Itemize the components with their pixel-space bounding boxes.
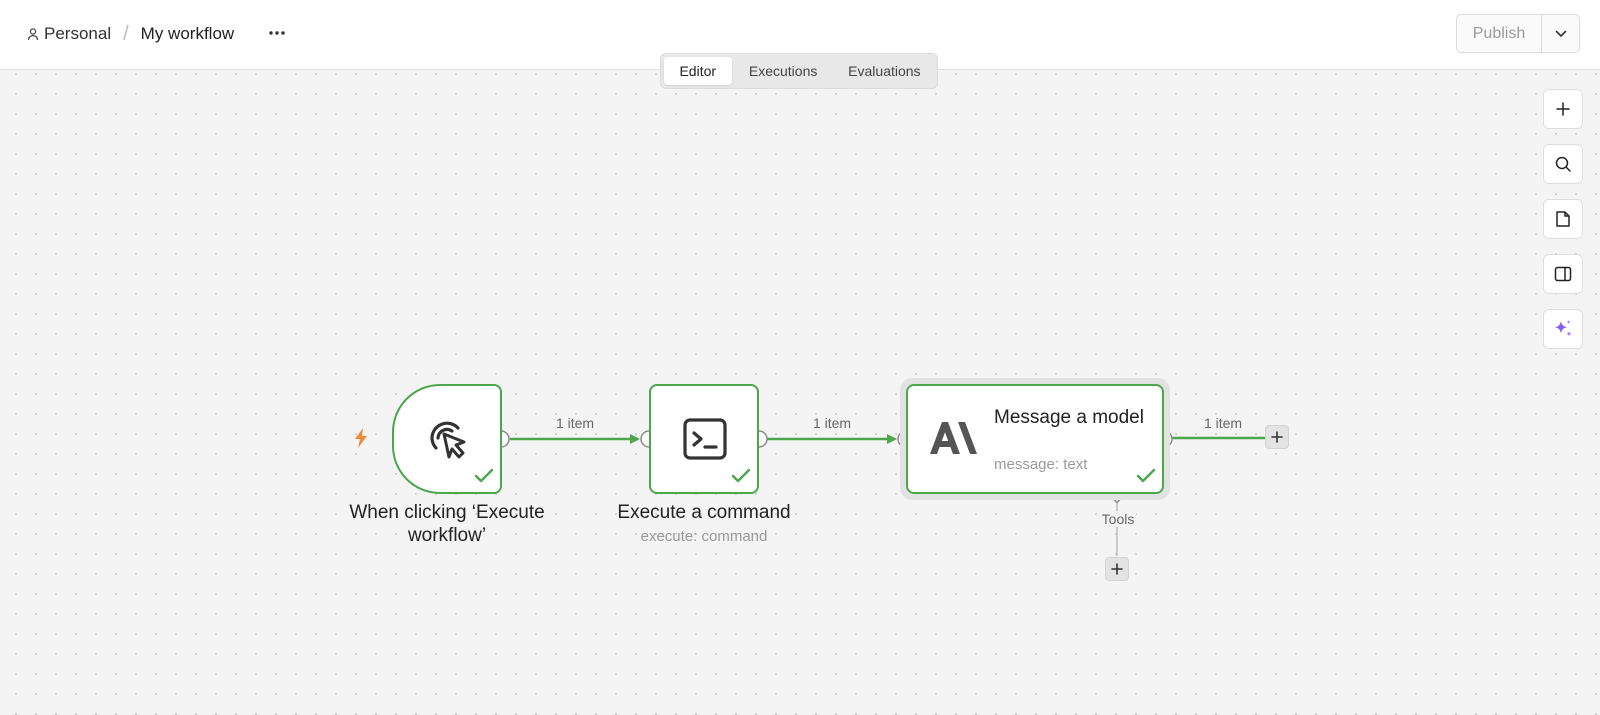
tools-connector-label: Tools [1100, 511, 1136, 527]
edge-label-model-output: 1 item [1203, 415, 1243, 431]
edge-label-command-model: 1 item [812, 415, 852, 431]
success-check-icon [731, 468, 751, 483]
plus-icon [1111, 563, 1123, 575]
node-model-label: Message a model [994, 407, 1144, 428]
plus-icon [1271, 431, 1283, 443]
success-check-icon [474, 468, 494, 483]
node-message-model[interactable]: Message a model message: text [906, 384, 1164, 494]
node-manual-trigger[interactable] [392, 384, 502, 494]
cursor-click-icon [422, 412, 474, 464]
workflow-connections [492, 430, 1266, 556]
add-next-node-button[interactable] [1265, 425, 1289, 449]
success-check-icon [1136, 468, 1156, 483]
trigger-bolt-icon [355, 428, 367, 448]
anthropic-logo-icon [928, 418, 978, 458]
node-command-label: Execute a command [617, 502, 791, 523]
node-command-subtitle: execute: command [640, 528, 768, 545]
add-tool-button[interactable] [1105, 557, 1129, 581]
node-trigger-label: When clicking ‘Execute workflow’ [349, 502, 545, 546]
node-execute-command[interactable] [649, 384, 759, 494]
node-model-subtitle: message: text [994, 456, 1088, 473]
terminal-icon [682, 416, 728, 462]
edge-label-trigger-command: 1 item [555, 415, 595, 431]
